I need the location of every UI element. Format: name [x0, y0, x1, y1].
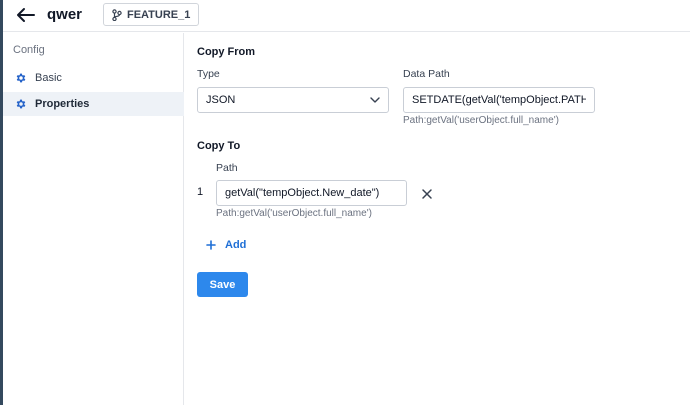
type-select-value: JSON [206, 94, 236, 106]
sidebar-item-label: Basic [35, 72, 62, 84]
top-header: qwer FEATURE_1 [3, 0, 690, 32]
path-label: Path [216, 162, 238, 174]
type-label: Type [197, 68, 220, 80]
copy-to-path-input[interactable] [216, 180, 407, 206]
branch-button[interactable]: FEATURE_1 [103, 3, 200, 26]
close-icon[interactable] [421, 187, 433, 199]
sidebar-heading: Config [13, 44, 45, 56]
page-title: qwer [47, 6, 83, 23]
sidebar: Config Basic Properties [3, 33, 184, 405]
git-branch-icon [112, 8, 122, 21]
copy-to-path-hint: Path:getVal('userObject.full_name') [216, 208, 372, 219]
arrow-left-icon[interactable] [15, 6, 37, 24]
sidebar-item-label: Properties [35, 98, 90, 110]
sidebar-item-properties[interactable]: Properties [3, 92, 184, 116]
add-label: Add [225, 239, 247, 251]
add-button[interactable]: Add [206, 239, 246, 251]
data-path-hint: Path:getVal('userObject.full_name') [403, 115, 559, 126]
row-index: 1 [197, 186, 204, 198]
copy-to-title: Copy To [197, 140, 241, 152]
gear-icon [15, 72, 27, 84]
save-button[interactable]: Save [197, 272, 248, 297]
chevron-down-icon [370, 97, 380, 103]
main-panel: Copy From Type JSON Data Path Path:getVa… [197, 33, 690, 405]
plus-icon [206, 240, 216, 250]
data-path-input[interactable] [403, 87, 595, 113]
copy-from-title: Copy From [197, 46, 256, 58]
sidebar-item-basic[interactable]: Basic [3, 66, 184, 90]
type-select[interactable]: JSON [197, 87, 389, 113]
branch-label: FEATURE_1 [127, 8, 191, 21]
gear-icon [15, 98, 27, 110]
data-path-label: Data Path [403, 68, 450, 80]
